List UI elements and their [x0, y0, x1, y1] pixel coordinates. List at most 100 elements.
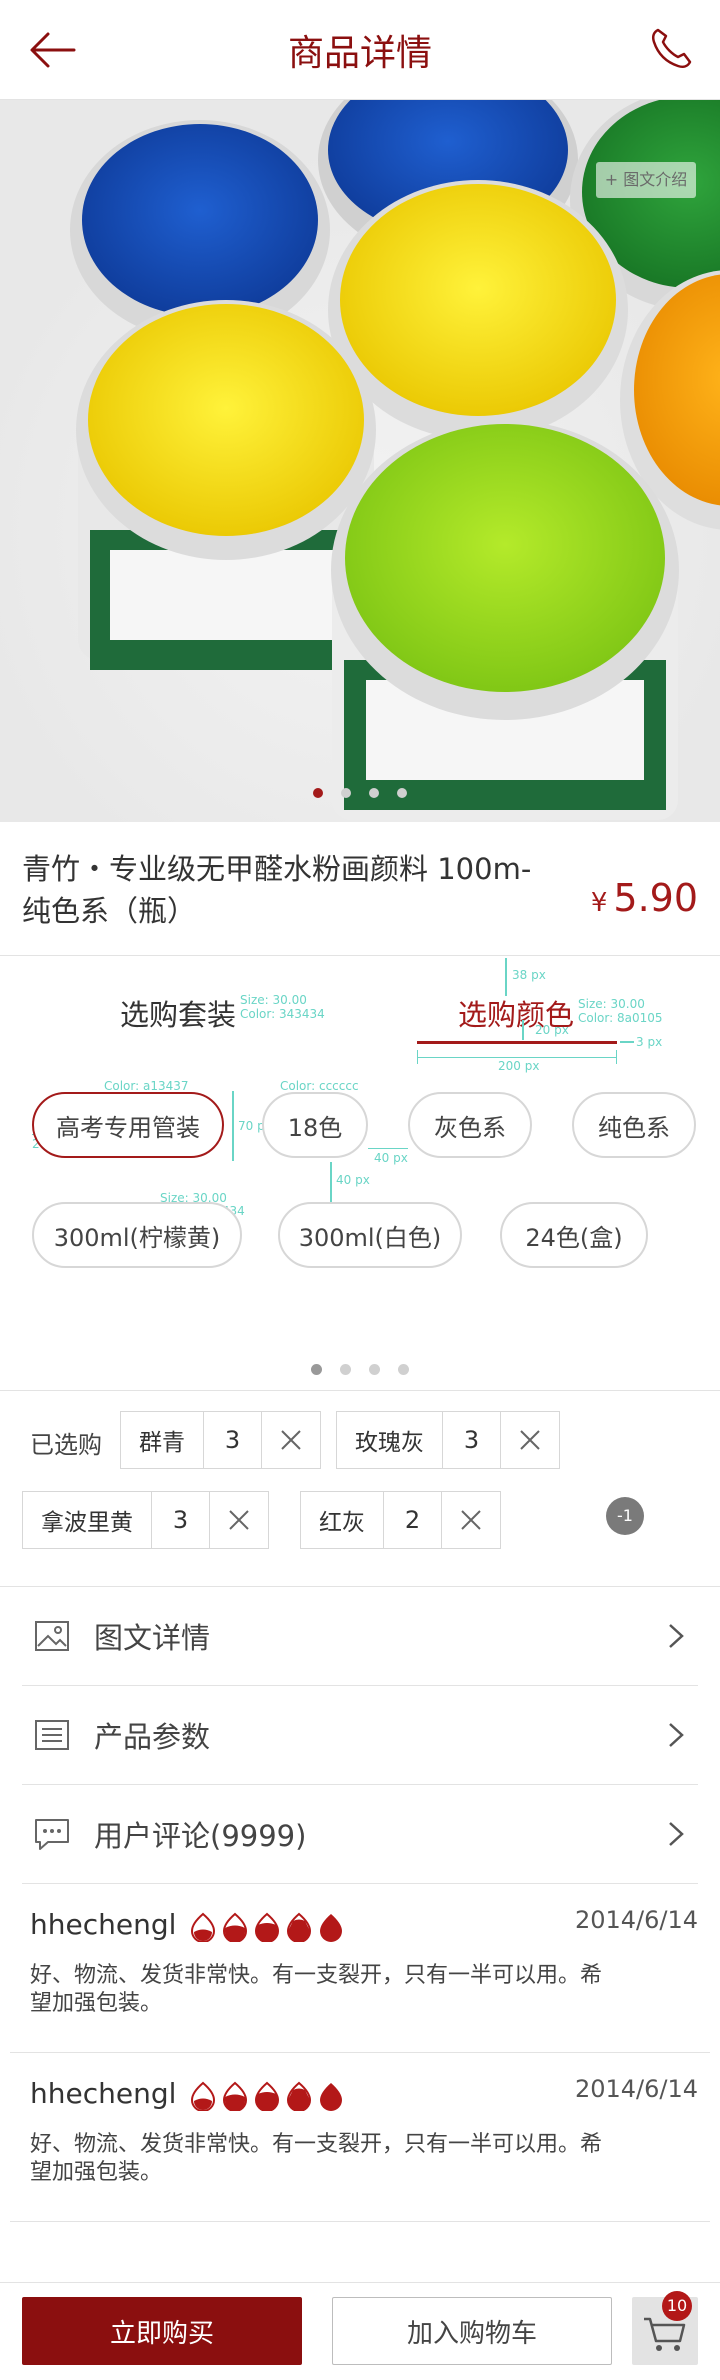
rating-drop-icon [286, 2081, 312, 2111]
menu-row-comments[interactable]: 用户评论(9999) [22, 1785, 698, 1884]
chip-qty[interactable]: 3 [152, 1492, 210, 1548]
option-pill[interactable]: 高考专用管装 [32, 1092, 224, 1158]
annotation-label: Size: 30.00 [578, 997, 645, 1011]
annotation-label: 38 px [512, 968, 546, 982]
rating-drop-icon [320, 2083, 342, 2111]
review-date: 2014/6/14 [574, 2075, 698, 2103]
chip-qty[interactable]: 2 [384, 1492, 442, 1548]
close-icon [461, 1510, 481, 1530]
review-user: hhechengl [30, 1908, 177, 1941]
active-tab-indicator [417, 1041, 617, 1044]
close-icon [520, 1430, 540, 1450]
carousel-dots [0, 783, 720, 802]
annotation-label: Color: 8a0105 [578, 1011, 663, 1025]
annotation-line [368, 1148, 408, 1149]
selected-chip: 群青 3 [120, 1411, 321, 1469]
carousel-dot[interactable] [341, 788, 351, 798]
rating-stars [190, 1912, 344, 1942]
comment-icon [35, 1819, 69, 1850]
price-value: 5.90 [613, 876, 698, 920]
menu-label: 用户评论(9999) [94, 1819, 307, 1853]
page-dot[interactable] [369, 1364, 380, 1375]
page-dot[interactable] [340, 1364, 351, 1375]
image-info-button[interactable]: + 图文介绍 [596, 162, 696, 198]
annotation-line [620, 1041, 634, 1043]
chip-name: 红灰 [301, 1492, 384, 1548]
rating-drop-icon [190, 2081, 216, 2111]
chevron-right-icon [669, 1822, 684, 1846]
option-pill[interactable]: 300ml(白色) [278, 1202, 462, 1268]
option-pill[interactable]: 300ml(柠檬黄) [32, 1202, 242, 1268]
page-dot[interactable] [398, 1364, 409, 1375]
rating-drop-icon [254, 2081, 280, 2111]
option-pill[interactable]: 24色(盒) [500, 1202, 648, 1268]
review-date: 2014/6/14 [574, 1906, 698, 1934]
rating-drop-icon [190, 1912, 216, 1942]
product-name: 青竹・专业级无甲醛水粉画颜料 100m-纯色系（瓶） [22, 852, 532, 928]
cart-count-badge: 10 [662, 2291, 692, 2321]
menu-row-params[interactable]: 产品参数 [22, 1686, 698, 1785]
rating-drop-icon [222, 1912, 248, 1942]
chip-name: 玫瑰灰 [337, 1412, 443, 1468]
remove-button[interactable] [501, 1412, 559, 1468]
buy-now-button[interactable]: 立即购买 [22, 2297, 302, 2365]
chevron-right-icon [669, 1723, 684, 1747]
header: 商品详情 [0, 0, 720, 100]
currency-symbol: ¥ [590, 888, 608, 918]
rating-drop-icon [222, 2081, 248, 2111]
chip-qty[interactable]: 3 [443, 1412, 501, 1468]
bottom-action-bar: 立即购买 加入购物车 10 [0, 2282, 720, 2380]
paint-jars-image [70, 100, 720, 820]
count-badge[interactable]: -1 [606, 1497, 644, 1535]
list-icon [35, 1720, 69, 1750]
annotation-label: 3 px [636, 1035, 663, 1049]
phone-icon[interactable] [646, 24, 696, 74]
carousel-dot[interactable] [369, 788, 379, 798]
annotation-label: 40 px [374, 1151, 408, 1165]
annotation-line [417, 1057, 617, 1058]
remove-button[interactable] [210, 1492, 268, 1548]
chip-name: 群青 [121, 1412, 204, 1468]
chevron-right-icon [669, 1624, 684, 1648]
annotation-line [232, 1091, 234, 1161]
review-text: 好、物流、发货非常快。有一支裂开，只有一半可以用。希望加强包装。 [30, 2132, 603, 2185]
page-dot[interactable] [311, 1364, 322, 1375]
remove-button[interactable] [262, 1412, 320, 1468]
chip-name: 拿波里黄 [23, 1492, 152, 1548]
carousel-dot[interactable] [313, 788, 323, 798]
option-pill[interactable]: 灰色系 [408, 1092, 532, 1158]
add-to-cart-button[interactable]: 加入购物车 [332, 2297, 612, 2365]
annotation-line [330, 1162, 332, 1202]
selected-chip: 红灰 2 [300, 1491, 501, 1549]
selected-chip: 拿波里黄 3 [22, 1491, 269, 1549]
annotation-label: 40 px [336, 1173, 370, 1187]
rating-drop-icon [320, 1914, 342, 1942]
option-pill[interactable]: 纯色系 [572, 1092, 696, 1158]
product-info: 青竹・专业级无甲醛水粉画颜料 100m-纯色系（瓶） ¥5.90 [0, 822, 720, 956]
image-icon [35, 1621, 69, 1651]
cart-button[interactable]: 10 [632, 2291, 698, 2365]
menu-row-details[interactable]: 图文详情 [22, 1587, 698, 1686]
annotation-label: Size: 30.00 [240, 993, 307, 1007]
option-pill[interactable]: 18色 [262, 1092, 368, 1158]
review-item: hhechengl 2014/6/14 好、物流、发货非常快。有一支裂开，只有一… [10, 1884, 710, 2053]
review-user: hhechengl [30, 2077, 177, 2110]
page-title: 商品详情 [287, 33, 432, 74]
tab-package[interactable]: 选购套装 [120, 992, 236, 1034]
rating-drop-icon [286, 1912, 312, 1942]
option-selector: 选购套装 选购颜色 38 px Size: 30.00 Color: 34343… [0, 956, 720, 1391]
option-page-dots [0, 1360, 720, 1379]
close-icon [281, 1430, 301, 1450]
remove-button[interactable] [442, 1492, 500, 1548]
menu-label: 图文详情 [94, 1621, 211, 1655]
product-image-carousel[interactable]: + 图文介绍 [0, 100, 720, 822]
selected-label: 已选购 [30, 1431, 102, 1459]
selected-chip: 玫瑰灰 3 [336, 1411, 560, 1469]
annotation-line [616, 1050, 617, 1064]
carousel-dot[interactable] [397, 788, 407, 798]
selected-items: 已选购 群青 3 玫瑰灰 3 拿波里黄 3 红灰 2 -1 [0, 1391, 720, 1587]
chip-qty[interactable]: 3 [204, 1412, 262, 1468]
rating-stars [190, 2081, 344, 2111]
annotation-line [522, 1020, 524, 1040]
annotation-line [505, 958, 507, 996]
